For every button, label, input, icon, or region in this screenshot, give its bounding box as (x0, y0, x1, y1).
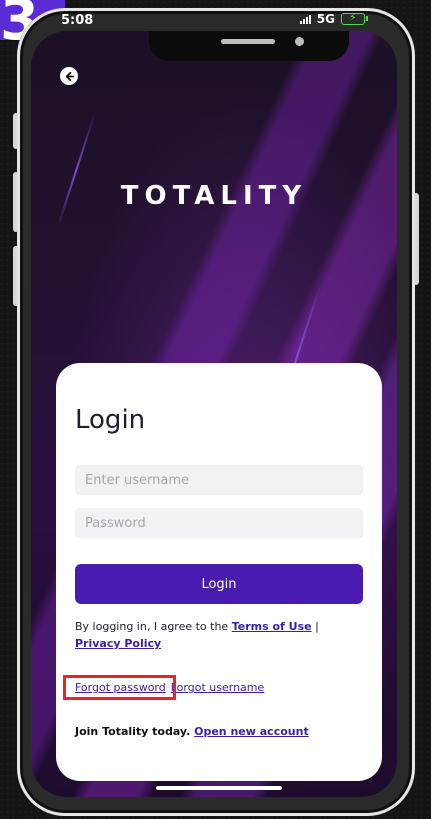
front-camera (295, 37, 304, 46)
back-button[interactable] (60, 67, 78, 85)
network-label: 5G (316, 12, 335, 26)
terms-separator: | (311, 620, 319, 633)
join-row: Join Totality today. Open new account (75, 725, 309, 738)
highlight-box (63, 675, 176, 700)
battery-charging-icon: ⚡ (341, 11, 368, 25)
password-input[interactable] (75, 508, 363, 538)
terms-of-use-link[interactable]: Terms of Use (232, 620, 312, 633)
page-title: Login (75, 405, 146, 435)
forgot-username-link[interactable]: Forgot username (171, 681, 265, 694)
login-card: Login Login By logging in, I agree to th… (56, 363, 382, 781)
status-time: 5:08 (61, 13, 94, 28)
open-account-link[interactable]: Open new account (194, 725, 309, 738)
username-input[interactable] (75, 465, 363, 495)
join-text: Join Totality today. (75, 725, 191, 738)
login-button[interactable]: Login (75, 564, 363, 604)
bolt-icon: ⚡ (349, 11, 357, 24)
terms-text: By logging in, I agree to the Terms of U… (75, 618, 365, 652)
phone-notch (149, 31, 349, 61)
privacy-policy-link[interactable]: Privacy Policy (75, 637, 161, 650)
status-icons: 5G ⚡ (299, 11, 368, 26)
brand-logo: TOTALITY (120, 181, 308, 211)
speaker-grille (221, 39, 275, 44)
terms-prefix: By logging in, I agree to the (75, 620, 232, 633)
signal-icon (299, 14, 311, 24)
arrow-left-icon (65, 71, 74, 81)
home-indicator (156, 786, 282, 790)
stage: 3 5:08 5G ⚡ TOTALITY Login Login (0, 0, 431, 819)
